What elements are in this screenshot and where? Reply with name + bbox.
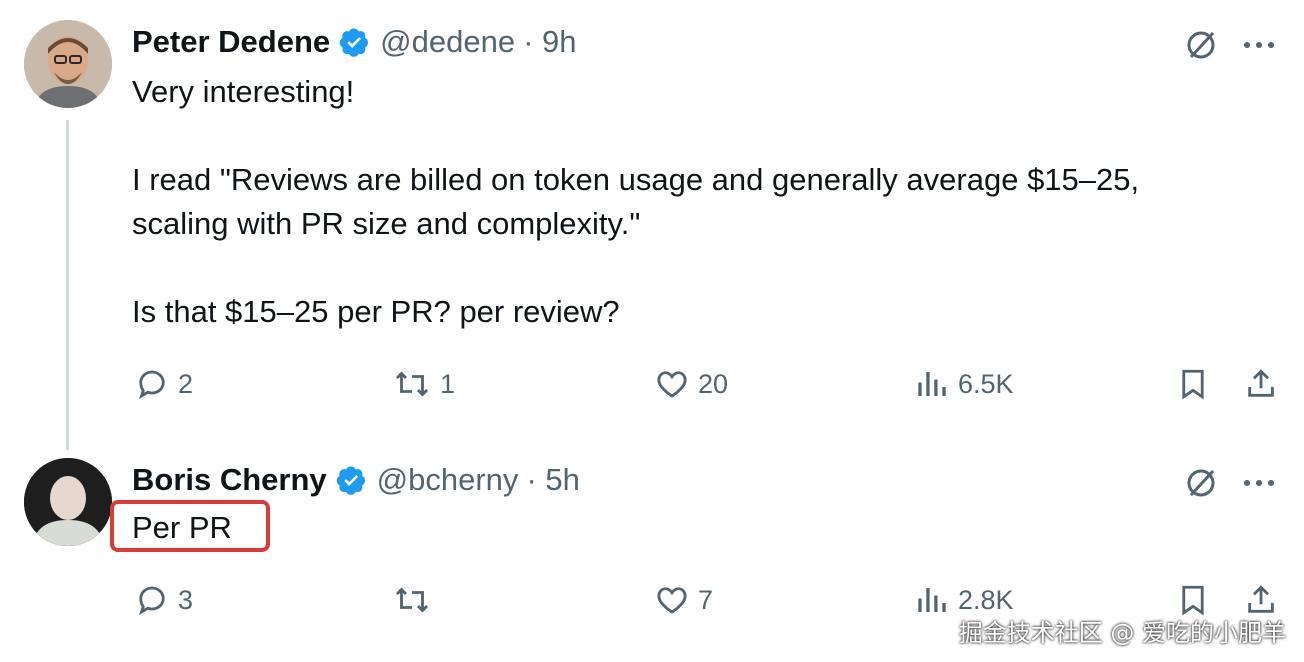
verified-badge-icon [338, 26, 370, 58]
tweet-header: Boris Cherny @bcherny · 5h [132, 462, 580, 498]
user-handle[interactable]: @bcherny [377, 462, 519, 498]
like-button[interactable]: 20 [654, 366, 728, 402]
tweet-top-actions [1184, 466, 1276, 500]
repost-icon [395, 587, 429, 613]
repost-count: 1 [440, 368, 456, 399]
like-count: 20 [698, 368, 729, 399]
heart-icon [657, 371, 687, 398]
view-count: 6.5K [958, 368, 1014, 399]
repost-button[interactable]: 1 [392, 366, 455, 402]
avatar[interactable] [24, 458, 112, 546]
timestamp[interactable]: · 5h [526, 462, 579, 498]
repost-button[interactable] [392, 582, 440, 618]
analytics-icon [918, 588, 946, 612]
reply-icon [138, 370, 165, 400]
like-button[interactable]: 7 [654, 582, 713, 618]
heart-icon [657, 587, 687, 614]
thread-connector-line [66, 120, 69, 450]
user-handle[interactable]: @dedene [380, 24, 515, 60]
share-icon [1248, 369, 1274, 397]
display-name[interactable]: Boris Cherny [132, 462, 327, 498]
reply-button[interactable]: 3 [134, 582, 193, 618]
bookmark-icon [1182, 369, 1204, 400]
like-count: 7 [698, 584, 714, 615]
reply-button[interactable]: 2 [134, 366, 193, 402]
analytics-icon [918, 372, 946, 396]
display-name[interactable]: Peter Dedene [132, 24, 330, 60]
verified-badge-icon [335, 464, 367, 496]
reply-count: 3 [178, 584, 194, 615]
share-button[interactable] [1244, 366, 1278, 402]
tweet-top-actions [1184, 28, 1276, 62]
tweet-text: Very interesting! I read "Reviews are bi… [132, 74, 1140, 329]
more-options-icon[interactable] [1242, 478, 1276, 488]
avatar[interactable] [24, 20, 112, 108]
watermark: 掘金技术社区 @ 爱吃的小肥羊 [958, 619, 1286, 647]
highlight-annotation-box [110, 500, 270, 552]
bookmark-button[interactable] [1176, 366, 1210, 402]
tweet-header: Peter Dedene @dedene · 9h [132, 24, 576, 60]
reply-count: 2 [178, 368, 194, 399]
timestamp[interactable]: · 9h [523, 24, 576, 60]
grok-icon[interactable] [1184, 466, 1218, 500]
more-options-icon[interactable] [1242, 40, 1276, 50]
view-count: 2.8K [958, 584, 1014, 615]
repost-icon [395, 371, 429, 397]
views-button[interactable]: 6.5K [914, 366, 1014, 402]
reply-icon [138, 586, 165, 616]
grok-icon[interactable] [1184, 28, 1218, 62]
